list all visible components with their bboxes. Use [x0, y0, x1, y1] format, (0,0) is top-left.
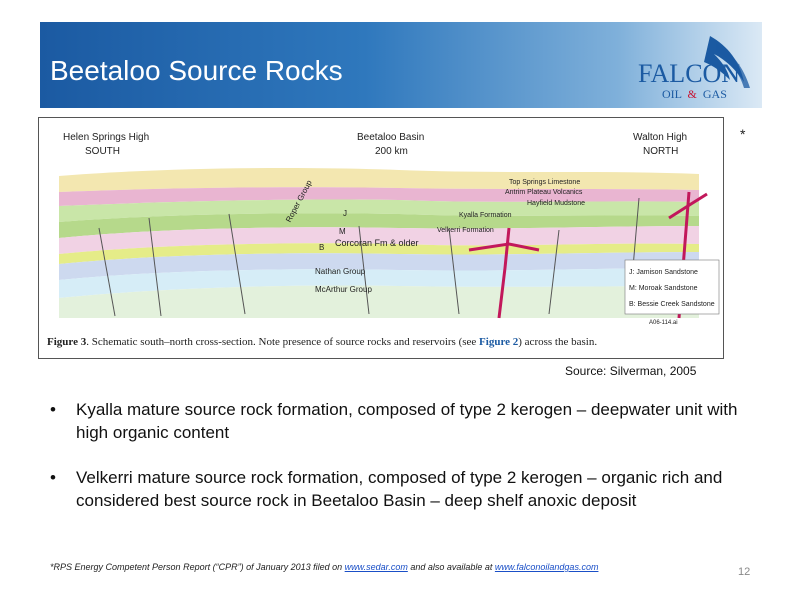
caption-text: . Schematic south–north cross-section. N… — [86, 336, 480, 348]
label-north: NORTH — [643, 146, 678, 157]
logo-word: FALCON — [638, 59, 740, 88]
label-walton: Walton High — [633, 132, 687, 143]
figure-caption: Figure 3. Schematic south–north cross-se… — [47, 336, 597, 348]
logo-sub-gas: GAS — [703, 87, 727, 101]
cross-section-diagram: Helen Springs High SOUTH Beetaloo Basin … — [59, 132, 720, 326]
label-velkerri: Velkerri Formation — [437, 227, 494, 234]
falcon-logo: FALCON OIL & GAS — [638, 36, 750, 101]
label-antrim: Antrim Plateau Volcanics — [505, 189, 583, 196]
svg-text:OIL & GAS: OIL & GAS — [662, 87, 727, 101]
bullet-dot: • — [50, 468, 56, 487]
label-helen-springs: Helen Springs High — [63, 132, 149, 143]
slide-title: Beetaloo Source Rocks — [50, 55, 343, 86]
label-b: B — [319, 243, 324, 252]
bullet-velkerri: • Velkerri mature source rock formation,… — [46, 466, 756, 512]
label-beetaloo: Beetaloo Basin — [357, 132, 424, 143]
bullet-kyalla: • Kyalla mature source rock formation, c… — [46, 398, 756, 444]
label-south: SOUTH — [85, 146, 120, 157]
label-hayfield: Hayfield Mudstone — [527, 200, 585, 207]
bullet-list: • Kyalla mature source rock formation, c… — [46, 398, 756, 534]
label-top-springs: Top Springs Limestone — [509, 179, 580, 186]
label-corcoran: Corcoran Fm & older — [335, 238, 419, 248]
bullet-dot: • — [50, 400, 56, 419]
caption-suffix: ) across the basin. — [518, 336, 598, 348]
footnote-text-2: and also available at — [407, 562, 495, 572]
caption-prefix: Figure 3 — [47, 336, 87, 348]
page-number: 12 — [738, 566, 751, 578]
label-mcarthur: McArthur Group — [315, 285, 372, 294]
label-200km: 200 km — [375, 146, 408, 157]
legend-bessie: B: Bessie Creek Sandstone — [629, 301, 715, 308]
figure-code: A06-114.ai — [649, 320, 678, 326]
label-j: J — [343, 209, 347, 218]
label-nathan: Nathan Group — [315, 267, 366, 276]
logo-sub-amp: & — [688, 87, 698, 101]
caption-figure2-link: Figure 2 — [479, 336, 519, 348]
cpr-asterisk: * — [740, 126, 746, 142]
label-m: M — [339, 227, 346, 236]
sedar-link[interactable]: www.sedar.com — [345, 562, 408, 572]
footnote-text-1: *RPS Energy Competent Person Report (“CP… — [50, 562, 345, 572]
footnote: *RPS Energy Competent Person Report (“CP… — [50, 562, 598, 572]
logo-sub-oil: OIL — [662, 87, 682, 101]
bullet-text: Velkerri mature source rock formation, c… — [76, 468, 723, 510]
label-kyalla: Kyalla Formation — [459, 212, 512, 219]
bullet-text: Kyalla mature source rock formation, com… — [76, 400, 738, 442]
falcon-website-link[interactable]: www.falconoilandgas.com — [495, 562, 599, 572]
figure-source: Source: Silverman, 2005 — [565, 364, 697, 378]
cross-section-figure: Helen Springs High SOUTH Beetaloo Basin … — [38, 117, 724, 359]
legend-jamison: J: Jamison Sandstone — [629, 269, 698, 276]
legend-moroak: M: Moroak Sandstone — [629, 285, 698, 292]
